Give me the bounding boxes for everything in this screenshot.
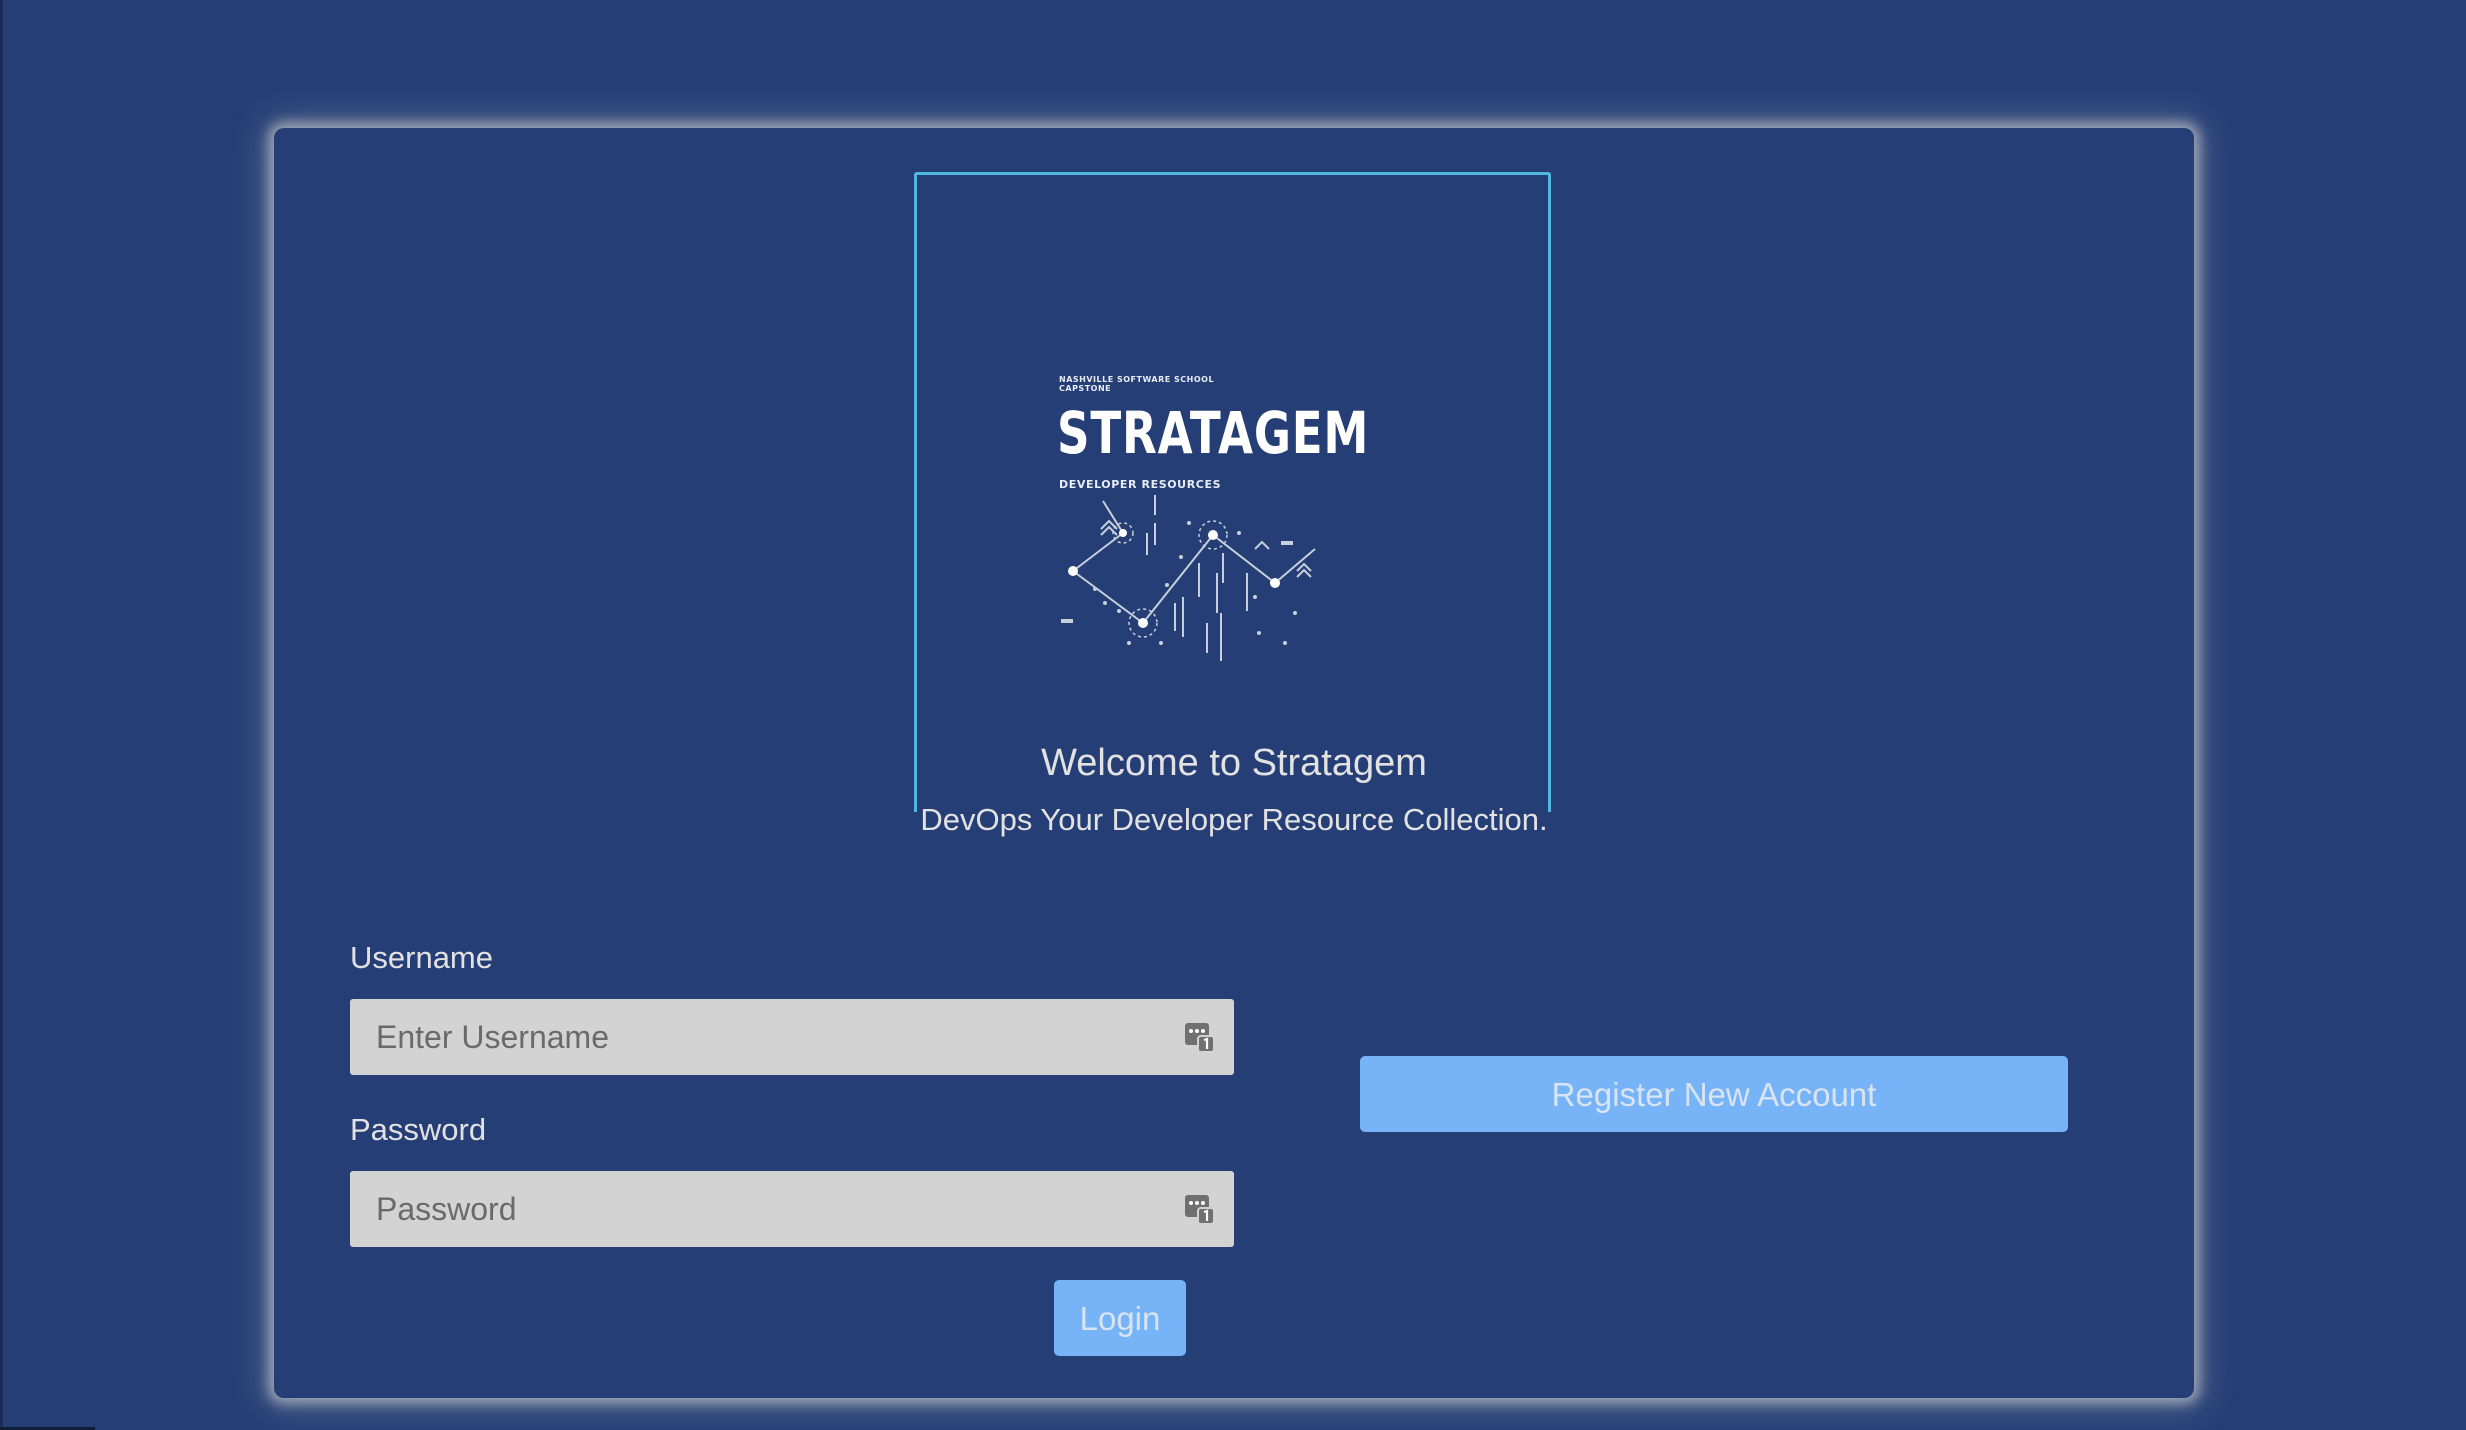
logo-school-text: NASHVILLE SOFTWARE SCHOOL CAPSTONE bbox=[1059, 375, 1215, 393]
logo-frame: NASHVILLE SOFTWARE SCHOOL CAPSTONE STRAT… bbox=[914, 172, 1551, 812]
stratagem-logo: NASHVILLE SOFTWARE SCHOOL CAPSTONE STRAT… bbox=[1057, 375, 1368, 675]
login-button[interactable]: Login bbox=[1054, 1280, 1186, 1356]
register-button[interactable]: Register New Account bbox=[1360, 1056, 2068, 1132]
username-field[interactable] bbox=[350, 999, 1234, 1075]
window-edge bbox=[0, 0, 3, 1430]
welcome-subtitle: DevOps Your Developer Resource Collectio… bbox=[920, 802, 1548, 837]
username-input[interactable] bbox=[350, 999, 1150, 1075]
password-manager-icon[interactable] bbox=[1184, 1020, 1216, 1054]
password-label: Password bbox=[350, 1112, 487, 1147]
login-card: NASHVILLE SOFTWARE SCHOOL CAPSTONE STRAT… bbox=[274, 128, 2194, 1398]
login-page: NASHVILLE SOFTWARE SCHOOL CAPSTONE STRAT… bbox=[0, 0, 2466, 1430]
circuit-graph-icon bbox=[1061, 495, 1316, 661]
password-manager-icon[interactable] bbox=[1184, 1192, 1216, 1226]
username-label: Username bbox=[350, 940, 493, 975]
logo-subtitle: DEVELOPER RESOURCES bbox=[1059, 478, 1222, 491]
logo-title: STRATAGEM bbox=[1057, 399, 1370, 467]
welcome-title: Welcome to Stratagem bbox=[1041, 742, 1427, 784]
password-field[interactable] bbox=[350, 1171, 1234, 1247]
password-input[interactable] bbox=[350, 1171, 1150, 1247]
